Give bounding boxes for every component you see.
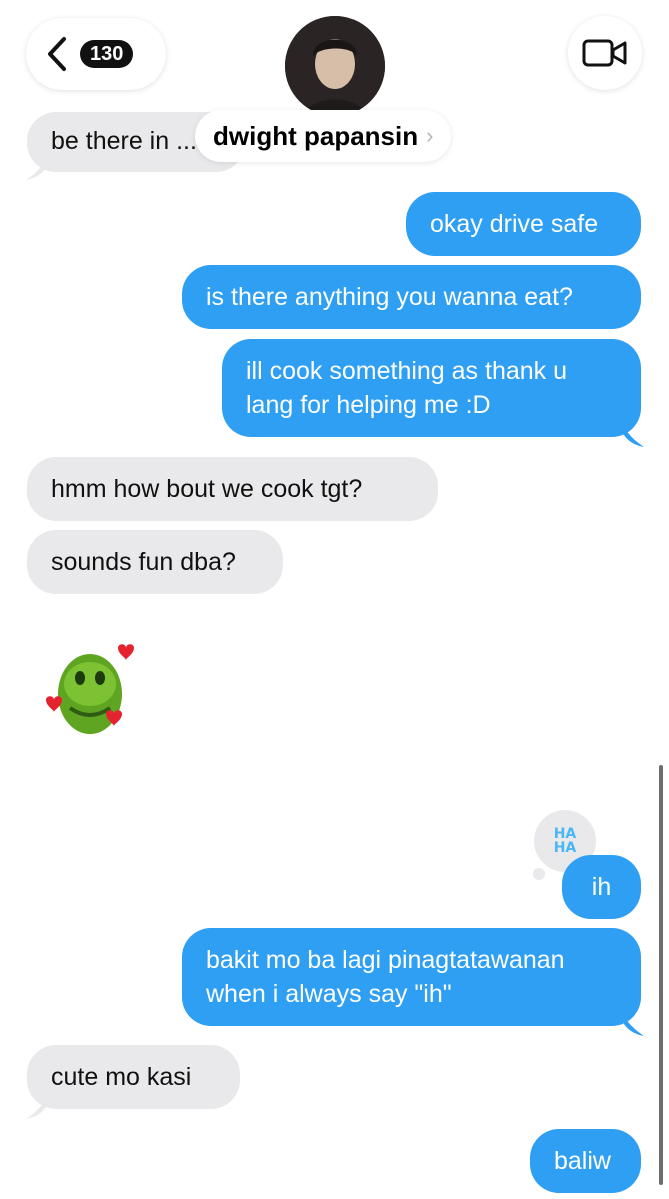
scrollbar[interactable]	[659, 765, 663, 1185]
dinosaur-memoji-hearts-icon[interactable]	[44, 638, 139, 744]
message-text: okay drive safe	[430, 210, 599, 238]
message-bubble-outgoing[interactable]: bakit mo ba lagi pinagtatawanan when i a…	[182, 928, 641, 1026]
chevron-right-icon: ›	[426, 123, 434, 148]
contact-name-pill[interactable]: dwight papansin ›	[195, 110, 452, 162]
message-text: baliw	[554, 1147, 611, 1175]
contact-avatar[interactable]	[285, 16, 385, 116]
back-button[interactable]: 130	[26, 18, 166, 90]
bubble-tail	[26, 1099, 46, 1119]
unread-count-badge: 130	[80, 40, 134, 68]
message-text: cute mo kasi	[51, 1063, 192, 1091]
message-line: bakit mo ba lagi pinagtatawanan	[206, 946, 565, 974]
message-bubble-incoming[interactable]: cute mo kasi	[27, 1045, 240, 1109]
facetime-video-button[interactable]	[568, 16, 642, 90]
message-bubble-outgoing[interactable]: is there anything you wanna eat?	[182, 265, 641, 329]
video-camera-icon	[582, 39, 627, 67]
tapback-text: HA HA	[553, 826, 577, 856]
message-text: sounds fun dba?	[51, 548, 236, 576]
tapback-tail	[533, 868, 545, 880]
bubble-tail	[624, 1016, 644, 1036]
message-bubble-outgoing[interactable]: baliw	[530, 1129, 641, 1193]
message-line: ill cook something as thank u	[246, 357, 568, 385]
bubble-tail	[624, 427, 644, 447]
message-line: when i always say "ih"	[206, 980, 452, 1008]
bubble-tail	[26, 160, 46, 180]
message-bubble-incoming[interactable]: sounds fun dba?	[27, 530, 283, 594]
message-bubble-outgoing[interactable]: ih	[562, 855, 641, 919]
message-text: is there anything you wanna eat?	[206, 283, 573, 311]
message-bubble-incoming[interactable]: hmm how bout we cook tgt?	[27, 457, 438, 521]
chevron-left-icon	[48, 37, 66, 71]
avatar-image	[285, 16, 385, 116]
message-line: lang for helping me :D	[246, 391, 491, 419]
message-text: be there in ...	[51, 127, 197, 155]
contact-name: dwight papansin	[213, 120, 419, 151]
message-text: hmm how bout we cook tgt?	[51, 475, 363, 503]
message-bubble-outgoing[interactable]: okay drive safe	[406, 192, 641, 256]
message-bubble-outgoing[interactable]: ill cook something as thank u lang for h…	[222, 339, 641, 437]
message-text: ih	[591, 873, 612, 901]
